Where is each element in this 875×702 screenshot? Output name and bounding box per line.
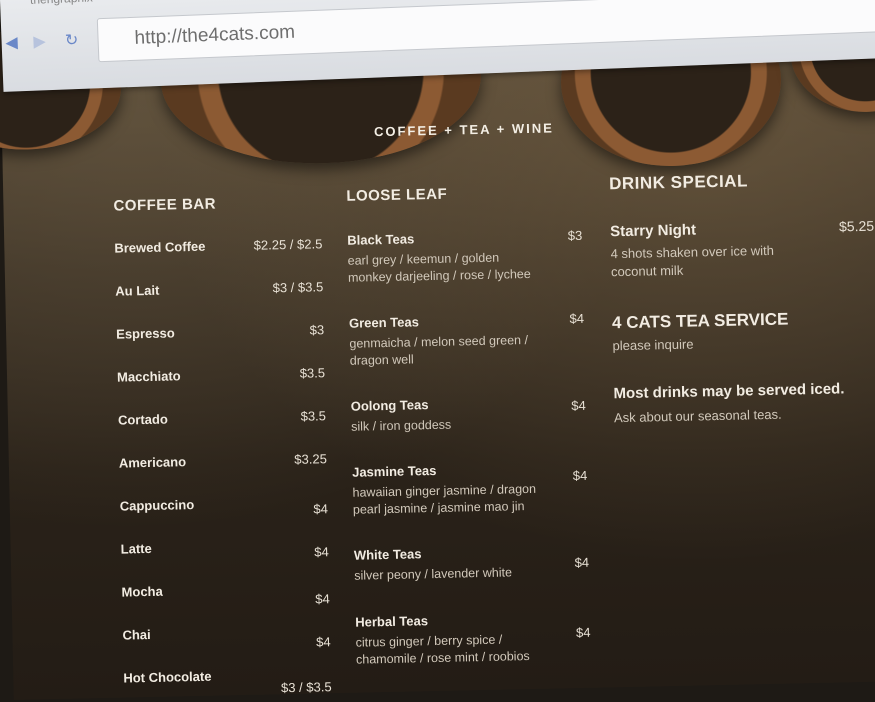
coffee-item-price: $3 / $3.5	[272, 279, 324, 296]
tea-item-price: $4	[571, 397, 586, 414]
coffee-item-name: Cortado	[117, 411, 168, 428]
tea-service-heading: 4 CATS TEA SERVICE	[611, 309, 789, 333]
tea-item-price: $4	[569, 310, 585, 327]
loose-leaf-heading: LOOSE LEAF	[346, 185, 448, 205]
tea-item-description: citrus ginger / berry spice / chamomile …	[355, 632, 530, 667]
coffee-item-price: $3.5	[300, 408, 327, 424]
tea-item-description: silver peony / lavender white	[354, 565, 513, 583]
address-bar[interactable]: http://the4cats.com	[96, 0, 875, 63]
coffee-item-price: $2.25 / $2.5	[253, 236, 323, 253]
brand-tagline: COFFEE + TEA + WINE	[373, 120, 554, 140]
tea-service-subtext: please inquire	[612, 336, 694, 354]
tea-item-name: Jasmine Teas	[351, 462, 437, 480]
coffee-item-price: $4	[316, 634, 331, 650]
menu-page: COFFEE + TEA + WINE COFFEE BAR Brewed Co…	[0, 0, 875, 700]
coffee-item-price: $3	[309, 322, 325, 338]
browser-tab-title[interactable]: thengraphix	[30, 0, 93, 7]
tea-item-name: White Teas	[353, 546, 422, 563]
coffee-item-name: Hot Chocolate	[123, 668, 212, 686]
special-drink-price: $5.25	[838, 217, 875, 235]
tea-item-description: silk / iron goddess	[351, 417, 452, 434]
seasonal-teas-note: Ask about our seasonal teas.	[613, 406, 782, 426]
coffee-item-name: Americano	[118, 454, 187, 471]
coffee-item-price: $4	[314, 544, 329, 560]
coffee-item-price: $3.25	[294, 451, 327, 467]
tea-item-description: earl grey / keemun / golden monkey darje…	[347, 250, 531, 285]
coffee-item-name: Au Lait	[115, 282, 160, 299]
coffee-item-price: $4	[313, 501, 329, 517]
coffee-item-name: Mocha	[121, 583, 163, 600]
back-arrow-icon[interactable]: ◀	[3, 34, 20, 52]
url-text[interactable]: http://the4cats.com	[134, 22, 295, 50]
coffee-item-name: Brewed Coffee	[114, 238, 206, 256]
coffee-item-name: Espresso	[116, 325, 175, 342]
coffee-item-name: Cappuccino	[119, 497, 195, 514]
iced-drinks-note: Most drinks may be served iced.	[613, 380, 845, 403]
tea-item-description: genmaicha / melon seed green / dragon we…	[349, 333, 529, 368]
coffee-item-price: $3 / $3.5	[280, 679, 332, 696]
reload-icon[interactable]: ↻	[63, 32, 80, 50]
tea-item-name: Black Teas	[347, 231, 415, 248]
tea-item-name: Oolong Teas	[350, 397, 429, 414]
coffee-item-name: Macchiato	[116, 368, 181, 385]
coffee-item-price: $3.5	[299, 365, 326, 381]
forward-arrow-icon[interactable]: ▶	[31, 33, 48, 51]
tea-item-price: $3	[567, 227, 583, 244]
tea-item-description: hawaiian ginger jasmine / dragon pearl j…	[352, 481, 537, 517]
tea-item-name: Green Teas	[348, 314, 420, 331]
coffee-bar-heading: COFFEE BAR	[113, 195, 217, 215]
coffee-item-name: Chai	[122, 626, 151, 643]
special-drink-name: Starry Night	[609, 221, 697, 241]
coffee-item-name: Latte	[120, 540, 152, 557]
tea-item-name: Herbal Teas	[355, 613, 429, 630]
special-drink-description: 4 shots shaken over ice with coconut mil…	[610, 242, 775, 280]
coffee-item-price: $4	[315, 591, 330, 607]
drink-special-heading: DRINK SPECIAL	[608, 171, 749, 194]
